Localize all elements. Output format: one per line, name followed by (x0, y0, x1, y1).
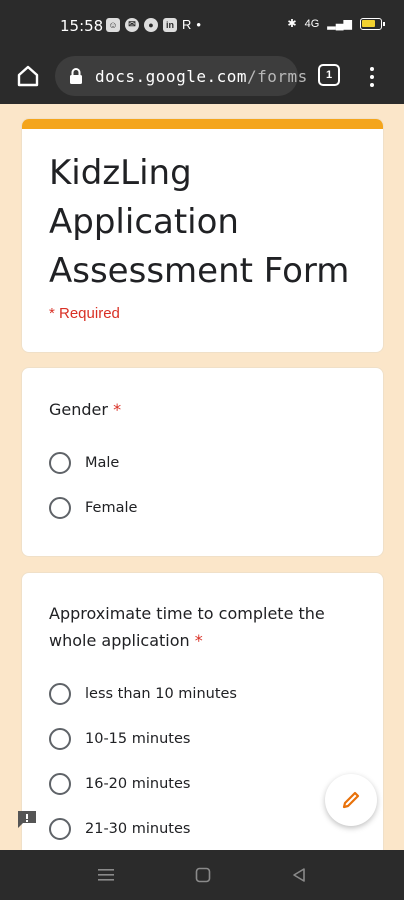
browser-toolbar: docs.google.com/forms 1 (0, 50, 404, 104)
triangle-back-icon[interactable] (291, 867, 307, 883)
battery-icon (360, 17, 385, 30)
tab-count: 1 (325, 69, 333, 81)
radio-button[interactable] (49, 818, 71, 840)
radio-option-10-15[interactable]: 10-15 minutes (49, 726, 190, 752)
home-icon[interactable] (14, 62, 42, 90)
lock-icon (70, 68, 82, 84)
radio-option-male[interactable]: Male (49, 450, 119, 476)
radio-button[interactable] (49, 452, 71, 474)
edit-fab-button[interactable] (325, 774, 377, 826)
notification-letter: R (182, 17, 192, 32)
notification-icons: ☺ ✉ ● in R • (106, 17, 201, 32)
bluetooth-icon: ✱ (287, 18, 297, 30)
status-bar: 15:58 ☺ ✉ ● in R • ✱ 4G ▂▄▆ (0, 0, 404, 50)
feedback-icon[interactable] (16, 809, 38, 829)
required-note: * Required (49, 305, 120, 322)
notification-dot: • (196, 17, 201, 32)
radio-button[interactable] (49, 773, 71, 795)
radio-option-female[interactable]: Female (49, 495, 137, 521)
url-text: docs.google.com/forms (95, 67, 308, 86)
network-label: 4G (304, 17, 320, 30)
radio-option-21-30[interactable]: 21-30 minutes (49, 816, 190, 842)
question-title: Approximate time to complete the whole a… (49, 604, 325, 650)
linkedin-notification-icon: in (163, 17, 177, 32)
menu-lines-icon[interactable] (98, 867, 114, 883)
radio-button[interactable] (49, 728, 71, 750)
question-title: Gender * (49, 400, 122, 419)
option-label: 21-30 minutes (85, 821, 191, 837)
url-domain: docs.google.com (95, 67, 247, 86)
radio-option-16-20[interactable]: 16-20 minutes (49, 771, 190, 797)
radio-button[interactable] (49, 683, 71, 705)
more-vert-icon[interactable] (364, 62, 380, 92)
radio-button[interactable] (49, 497, 71, 519)
required-asterisk: * (113, 400, 122, 419)
pencil-icon (342, 791, 360, 809)
address-bar[interactable]: docs.google.com/forms (55, 56, 307, 96)
system-indicators: ✱ 4G ▂▄▆ (287, 17, 385, 30)
option-label: less than 10 minutes (85, 686, 237, 702)
profile-notification-icon: ☺ (106, 17, 120, 32)
radio-option-under-10[interactable]: less than 10 minutes (49, 681, 237, 707)
option-label: Female (85, 500, 138, 516)
system-nav-bar (0, 850, 404, 900)
signal-icon: ▂▄▆ (327, 18, 352, 30)
form-accent-bar (22, 119, 383, 129)
option-label: Male (85, 455, 120, 471)
option-label: 16-20 minutes (85, 776, 191, 792)
question-card-gender: Gender * Male Female (21, 367, 384, 557)
question-card-time: Approximate time to complete the whole a… (21, 572, 384, 862)
form-title: KidzLing Application Assessment Form (49, 153, 350, 291)
url-path: /forms (247, 67, 308, 86)
option-label: 10-15 minutes (85, 731, 191, 747)
required-asterisk: * (194, 631, 203, 650)
form-header-card: KidzLing Application Assessment Form * R… (21, 118, 384, 353)
chat-notification-icon: ✉ (125, 17, 139, 32)
status-time: 15:58 (60, 17, 104, 35)
square-icon[interactable] (195, 867, 211, 883)
app-notification-icon: ● (144, 17, 158, 32)
tabs-icon[interactable]: 1 (318, 64, 340, 86)
